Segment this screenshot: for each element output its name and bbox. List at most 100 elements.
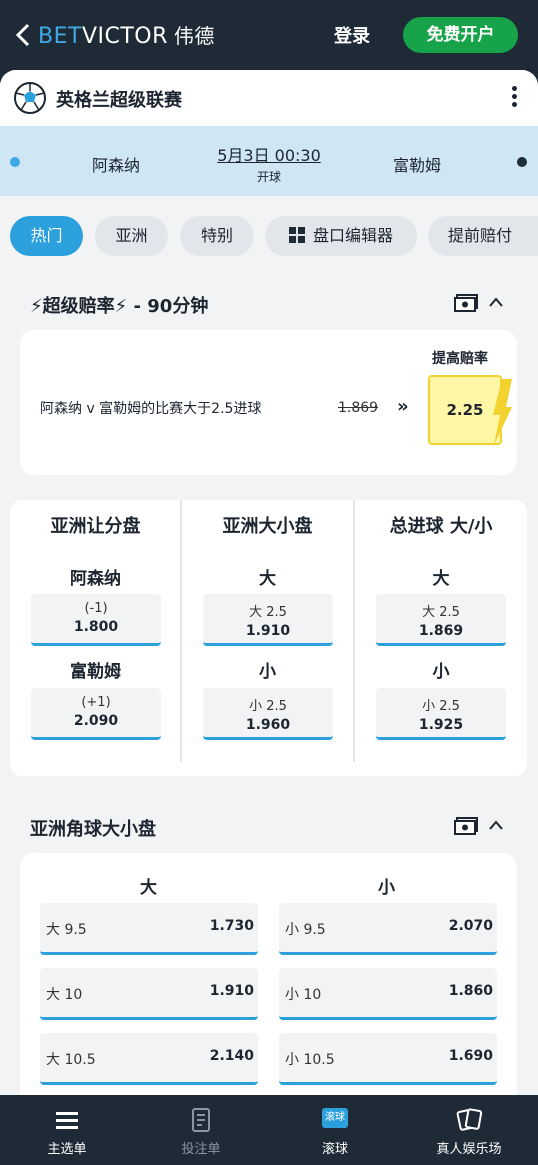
selection-header: 阿森纳 (70, 569, 121, 589)
selection-header: 小 (432, 662, 450, 682)
corners-card: 大 小 大 9.5 1.730 小 9.5 2.070 大 10 1.910 小 10… (20, 853, 517, 1095)
odds-value: 1.800 (73, 619, 119, 635)
odds-line: 小 10 (285, 987, 322, 1003)
market-total-goals: 总进球 大/小 大 大 2.5 1.869 小 小 2.5 1.925 (355, 500, 527, 776)
event-page: 英格兰超级联赛 阿森纳 5月3日 00:30 开球 富勒姆 热门 亚洲 特别 盘… (0, 70, 538, 1095)
odds-value: 1.960 (245, 717, 291, 733)
league-bar: 英格兰超级联赛 (0, 70, 538, 126)
tab-popular[interactable]: 热门 (10, 216, 83, 256)
boost-description: 阿森纳 v 富勒姆的比赛大于2.5进球 (40, 401, 262, 417)
odds-line: 大 2.5 (249, 605, 287, 620)
market-asian-handicap: 亚洲让分盘 阿森纳 (-1) 1.800 富勒姆 (+1) 2.090 (10, 500, 181, 776)
signup-button[interactable]: 免费开户 (403, 17, 518, 53)
market-title: 亚洲让分盘 (50, 516, 141, 537)
selection-header: 小 (259, 662, 276, 682)
boost-arrows-icon: » (397, 396, 409, 417)
corner-under-button[interactable]: 小 10 1.860 (279, 968, 497, 1020)
odds-value: 1.910 (245, 623, 291, 639)
odds-line: 大 9.5 (46, 922, 87, 938)
odds-value: 1.730 (209, 918, 254, 934)
nav-live[interactable]: 滚球 滚球 (268, 1095, 402, 1165)
odds-button[interactable]: 小 2.5 1.960 (203, 688, 333, 740)
kickoff-time: 5月3日 00:30 (217, 146, 321, 165)
nav-menu[interactable]: 主选单 (0, 1095, 134, 1165)
league-title: 英格兰超级联赛 (56, 90, 182, 111)
back-chevron-icon[interactable] (14, 22, 32, 48)
nav-label: 主选单 (47, 1142, 87, 1157)
corner-under-button[interactable]: 小 9.5 2.070 (279, 903, 497, 955)
odds-value: 1.690 (448, 1048, 493, 1064)
top-bar: BETVICTOR 伟德 登录 免费开户 (0, 0, 538, 70)
brand-logo[interactable]: BETVICTOR 伟德 (38, 20, 215, 49)
collapse-chevron-icon[interactable] (488, 819, 504, 831)
odds-line: (+1) (81, 695, 111, 710)
odds-line: 小 2.5 (422, 699, 460, 714)
cards-icon (456, 1108, 483, 1131)
tab-asian[interactable]: 亚洲 (95, 216, 168, 256)
odds-line: 小 9.5 (285, 922, 326, 938)
brand-cn: 伟德 (173, 24, 215, 48)
home-team: 阿森纳 (92, 156, 141, 175)
odds-line: 大 10.5 (46, 1052, 96, 1068)
cash-out-icon[interactable] (454, 817, 478, 835)
odds-line: 小 2.5 (249, 699, 287, 714)
odds-button[interactable]: 小 2.5 1.925 (376, 688, 506, 740)
betslip-icon (192, 1108, 210, 1132)
selection-header: 大 (432, 569, 450, 589)
tab-special[interactable]: 特别 (180, 216, 254, 256)
market-title: 总进球 大/小 (389, 516, 493, 537)
corner-over-button[interactable]: 大 10 1.910 (40, 968, 258, 1020)
brand-victor: VICTOR (81, 24, 168, 49)
lightning-bolt-icon (493, 379, 512, 445)
odds-value: 1.869 (418, 623, 464, 639)
bottom-nav: 主选单 投注单 滚球 滚球 真人娱乐场 (0, 1095, 538, 1165)
corner-over-button[interactable]: 大 10.5 2.140 (40, 1033, 258, 1085)
home-indicator-dot (10, 157, 20, 167)
corner-under-button[interactable]: 小 10.5 1.690 (279, 1033, 497, 1085)
match-header: 阿森纳 5月3日 00:30 开球 富勒姆 (0, 126, 538, 196)
tab-bet-builder-label: 盘口编辑器 (312, 226, 393, 245)
boost-old-odds: 1.869 (338, 400, 379, 416)
boost-section-title: ⚡超级赔率⚡ - 90分钟 (30, 296, 209, 317)
live-icon: 滚球 (322, 1108, 348, 1128)
odds-value: 1.860 (448, 983, 493, 999)
corners-section-title: 亚洲角球大小盘 (30, 819, 156, 840)
under-header: 小 (378, 878, 395, 898)
nav-betslip[interactable]: 投注单 (134, 1095, 268, 1165)
selection-header: 富勒姆 (70, 662, 121, 682)
odds-value: 1.910 (209, 983, 254, 999)
odds-button[interactable]: 大 2.5 1.869 (376, 594, 506, 646)
odds-button[interactable]: 大 2.5 1.910 (203, 594, 333, 646)
football-icon (14, 82, 46, 114)
corners-section-tools (454, 815, 510, 837)
odds-value: 2.140 (209, 1048, 254, 1064)
grid-icon (288, 227, 305, 243)
tab-bet-builder[interactable]: 盘口编辑器 (265, 216, 417, 256)
over-header: 大 (140, 878, 157, 898)
boost-label: 提高赔率 (432, 351, 488, 367)
odds-value: 2.090 (73, 713, 119, 729)
away-team: 富勒姆 (393, 156, 442, 175)
odds-line: 大 2.5 (422, 605, 460, 620)
more-options-icon[interactable] (510, 86, 518, 110)
menu-icon (56, 1112, 78, 1129)
nav-label: 真人娱乐场 (436, 1142, 502, 1157)
odds-value: 2.070 (448, 918, 493, 934)
kickoff-label: 开球 (256, 170, 281, 184)
cash-out-icon[interactable] (454, 294, 478, 312)
corner-over-button[interactable]: 大 9.5 1.730 (40, 903, 258, 955)
away-indicator-dot (517, 157, 527, 167)
tab-early-payout[interactable]: 提前赔付 (428, 216, 538, 256)
odds-line: 大 10 (46, 987, 83, 1003)
nav-label: 滚球 (321, 1142, 348, 1157)
collapse-chevron-icon[interactable] (488, 296, 504, 308)
odds-value: 1.925 (418, 717, 464, 733)
boost-odds-button[interactable]: 2.25 (428, 375, 512, 445)
login-button[interactable]: 登录 (334, 22, 370, 48)
odds-line: 小 10.5 (285, 1052, 335, 1068)
market-title: 亚洲大小盘 (222, 516, 313, 537)
odds-button[interactable]: (+1) 2.090 (31, 688, 161, 740)
brand-bet: BET (38, 24, 82, 49)
nav-live-casino[interactable]: 真人娱乐场 (402, 1095, 536, 1165)
odds-button[interactable]: (-1) 1.800 (31, 594, 161, 646)
